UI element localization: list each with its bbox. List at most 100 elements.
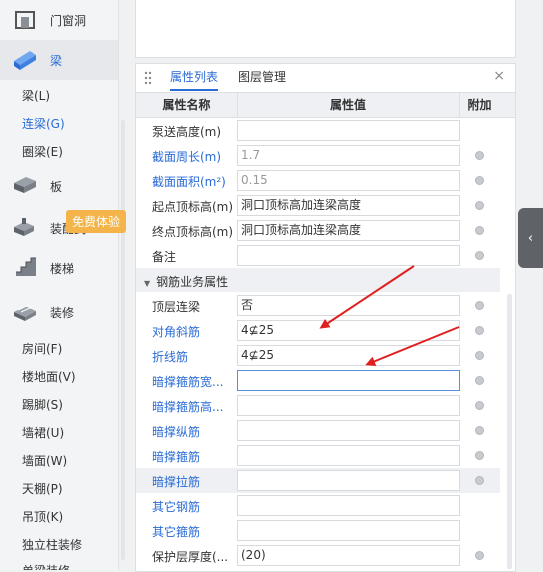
property-name: 顶层连梁 <box>152 300 201 314</box>
property-value-field[interactable] <box>237 495 460 516</box>
right-edge <box>519 0 543 570</box>
sidebar-category-decoration[interactable]: 装修 <box>0 292 118 332</box>
drag-handle-icon[interactable] <box>144 71 152 85</box>
sidebar-item-room[interactable]: 房间(F) <box>22 340 62 357</box>
sidebar-item-column-decoration[interactable]: 独立柱装修 <box>22 536 82 553</box>
table-row: 备注 <box>136 243 500 268</box>
extra-checkbox[interactable] <box>475 176 484 185</box>
prefab-icon <box>12 216 38 240</box>
collapse-arrow-icon[interactable]: ▼ <box>144 279 150 288</box>
property-value-field[interactable] <box>237 470 460 491</box>
property-name: 暗撑箍筋 <box>152 450 201 464</box>
tab-layer-management[interactable]: 图层管理 <box>238 64 286 91</box>
sidebar-item-suspended-ceiling[interactable]: 吊顶(K) <box>22 508 63 525</box>
property-name: 截面周长(m) <box>152 150 222 164</box>
sidebar-category-label: 板 <box>50 179 63 194</box>
sidebar-item-coupling-beam[interactable]: 连梁(G) <box>22 115 65 132</box>
extra-checkbox[interactable] <box>475 326 484 335</box>
sidebar: 门窗洞 梁 梁(L) 连梁(G) 圈梁(E) 板 装配式 楼梯 装修 房间(F)… <box>0 0 119 570</box>
property-name: 起点顶标高(m) <box>152 200 234 214</box>
property-value-field[interactable]: 0.15 <box>237 170 460 191</box>
sidebar-item-ring-beam[interactable]: 圈梁(E) <box>22 143 63 160</box>
tab-property-list[interactable]: 属性列表 <box>170 64 219 91</box>
header-property-name: 属性名称 <box>136 93 238 117</box>
property-value-field[interactable]: (20) <box>237 545 460 566</box>
property-name: 折线筋 <box>152 350 189 364</box>
extra-checkbox[interactable] <box>475 251 484 260</box>
slab-icon <box>12 174 38 198</box>
table-row: 暗撑箍筋高... <box>136 393 500 418</box>
header-property-value: 属性值 <box>237 93 460 117</box>
free-trial-tooltip[interactable]: 免费体验 <box>66 210 127 233</box>
extra-checkbox[interactable] <box>475 451 484 460</box>
table-row: 保护层厚度(... (20) <box>136 543 500 568</box>
property-value-field[interactable] <box>237 370 460 391</box>
table-row: 终点顶标高(m) 洞口顶标高加连梁高度 <box>136 218 500 243</box>
section-label: ▼ 钢筋业务属性 <box>144 273 228 290</box>
sidebar-category-stair[interactable]: 楼梯 <box>0 248 118 288</box>
property-name: 其它钢筋 <box>152 500 201 514</box>
property-value-field[interactable]: 洞口顶标高加连梁高度 <box>237 195 460 216</box>
property-value-field[interactable]: 4⊈25 <box>237 345 460 366</box>
sidebar-item-floor[interactable]: 楼地面(V) <box>22 368 76 385</box>
sidebar-item-wall-face[interactable]: 墙面(W) <box>22 452 67 469</box>
property-value-field[interactable] <box>237 520 460 541</box>
property-value-field[interactable] <box>237 420 460 441</box>
property-value-field[interactable] <box>237 445 460 466</box>
sidebar-item-beam-decoration[interactable]: 单梁装修 <box>22 562 70 570</box>
property-name: 备注 <box>152 250 177 264</box>
sidebar-item-dado[interactable]: 墙裙(U) <box>22 424 64 441</box>
property-value-field[interactable]: 4⊈25 <box>237 320 460 341</box>
decoration-icon <box>12 300 38 324</box>
table-row: 折线筋 4⊈25 <box>136 343 500 368</box>
sidebar-category-label: 楼梯 <box>50 261 75 276</box>
sidebar-category-slab[interactable]: 板 <box>0 166 118 206</box>
extra-checkbox[interactable] <box>475 301 484 310</box>
sidebar-category-beam[interactable]: 梁 <box>0 40 118 80</box>
extra-checkbox[interactable] <box>475 351 484 360</box>
property-value-field[interactable]: 否 <box>237 295 460 316</box>
stair-icon <box>12 256 38 280</box>
table-row: 截面面积(m²) 0.15 <box>136 168 500 193</box>
table-row: 暗撑箍筋宽... <box>136 368 500 393</box>
table-row: 其它钢筋 <box>136 493 500 518</box>
sidebar-item-beam[interactable]: 梁(L) <box>22 87 50 104</box>
property-value-field[interactable] <box>237 395 460 416</box>
table-row: 截面周长(m) 1.7 <box>136 143 500 168</box>
door-window-icon <box>12 8 38 32</box>
property-value-field[interactable] <box>237 120 460 141</box>
header-extra: 附加 <box>467 98 492 112</box>
close-icon[interactable]: × <box>493 68 505 84</box>
property-name: 保护层厚度(... <box>152 550 229 564</box>
extra-checkbox[interactable] <box>475 201 484 210</box>
property-value-field[interactable]: 1.7 <box>237 145 460 166</box>
extra-checkbox[interactable] <box>475 476 484 485</box>
sidebar-category-label: 装修 <box>50 305 75 320</box>
property-name: 暗撑拉筋 <box>152 475 201 489</box>
sidebar-category-label: 梁 <box>50 53 63 68</box>
sidebar-item-ceiling[interactable]: 天棚(P) <box>22 480 63 497</box>
sidebar-category-label: 门窗洞 <box>50 13 87 28</box>
sidebar-item-skirting[interactable]: 踢脚(S) <box>22 396 63 413</box>
extra-checkbox[interactable] <box>475 226 484 235</box>
property-panel: 属性列表 图层管理 × 属性名称 属性值 附加 泵送高度(m) 截面周长(m) … <box>135 63 516 572</box>
property-value-field[interactable]: 洞口顶标高加连梁高度 <box>237 220 460 241</box>
property-name: 终点顶标高(m) <box>152 225 234 239</box>
property-name: 对角斜筋 <box>152 325 201 339</box>
beam-icon <box>12 48 38 72</box>
extra-checkbox[interactable] <box>475 376 484 385</box>
panel-scrollbar[interactable] <box>507 294 512 569</box>
table-header: 属性名称 属性值 附加 <box>136 93 515 118</box>
collapse-panel-button[interactable]: ‹ <box>518 208 543 268</box>
sidebar-category-door-window[interactable]: 门窗洞 <box>0 0 118 40</box>
property-name: 其它箍筋 <box>152 525 201 539</box>
extra-checkbox[interactable] <box>475 551 484 560</box>
extra-checkbox[interactable] <box>475 151 484 160</box>
sidebar-scrollbar[interactable] <box>121 120 125 560</box>
section-rebar-properties[interactable]: ▼ 钢筋业务属性 <box>136 268 500 292</box>
table-row: 暗撑拉筋 <box>136 468 500 493</box>
extra-checkbox[interactable] <box>475 426 484 435</box>
property-value-field[interactable] <box>237 245 460 266</box>
extra-checkbox[interactable] <box>475 401 484 410</box>
panel-tab-bar: 属性列表 图层管理 × <box>136 64 515 93</box>
